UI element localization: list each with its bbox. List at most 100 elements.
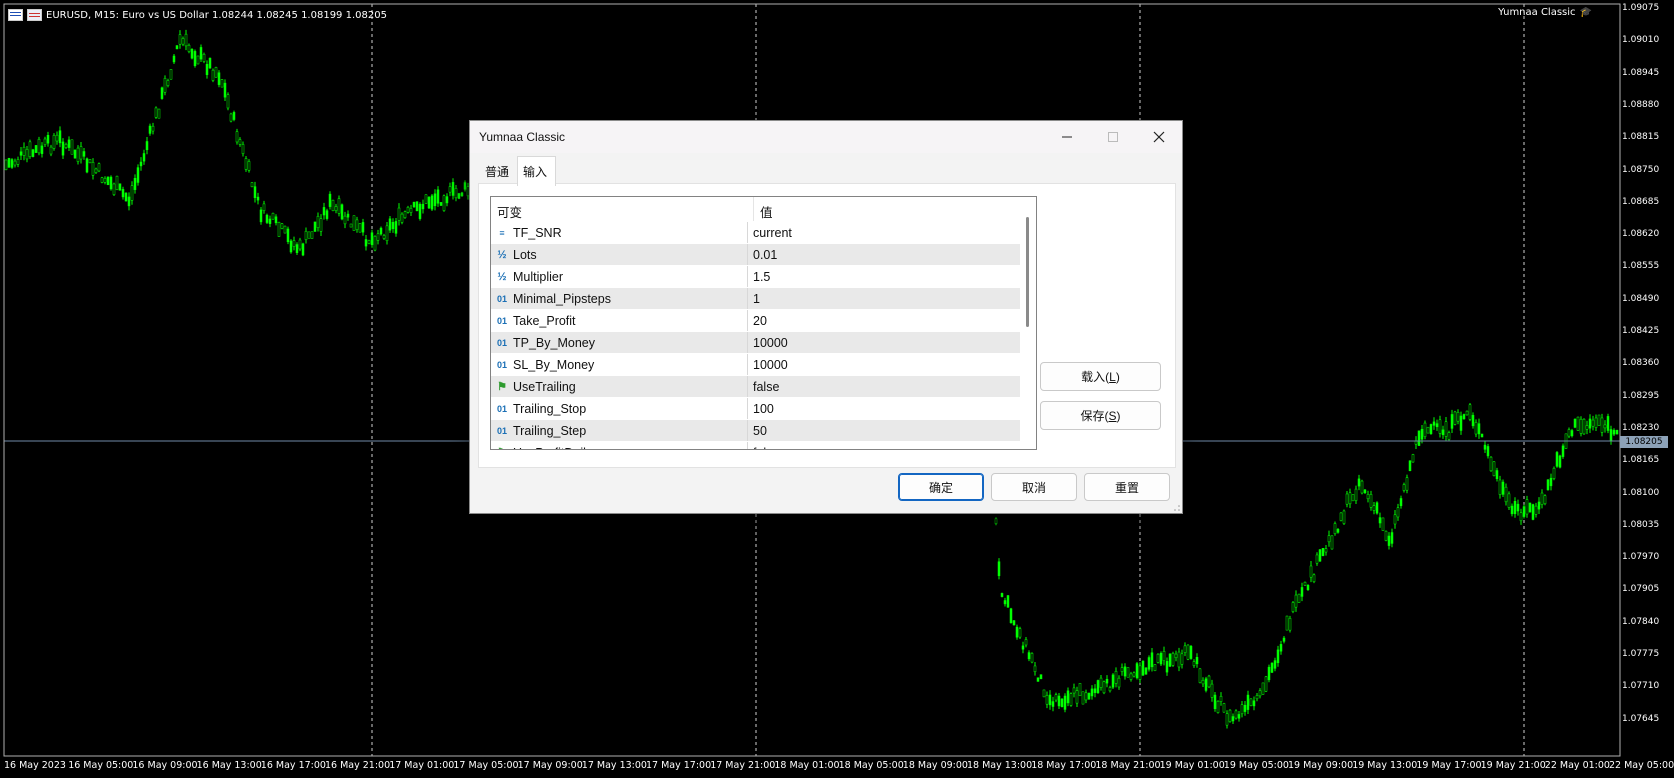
variable-cell[interactable]: ½ Multiplier xyxy=(491,266,748,287)
value-cell[interactable]: 1 xyxy=(748,288,760,309)
int-icon: 01 xyxy=(496,359,507,370)
candle-body xyxy=(1219,696,1223,702)
table-row[interactable]: 01 Minimal_Pipsteps 1 xyxy=(491,287,1036,309)
ok-button[interactable]: 确定 xyxy=(898,473,984,501)
table-row[interactable]: ½ Lots 0.01 xyxy=(491,243,1036,265)
column-header-variable[interactable]: 可变 xyxy=(491,197,754,221)
candle-body xyxy=(1216,700,1220,713)
variable-cell[interactable]: 01 SL_By_Money xyxy=(491,354,748,375)
resize-grip-icon[interactable] xyxy=(1173,504,1181,512)
variable-cell[interactable]: ⚑ UseTrailing xyxy=(491,376,748,397)
candle-body xyxy=(1255,695,1259,700)
table-row[interactable]: 01 Trailing_Stop 100 xyxy=(491,397,1036,419)
candle-body xyxy=(1582,418,1586,435)
load-button[interactable]: 载入(L) xyxy=(1040,362,1161,391)
candle-body xyxy=(1234,710,1238,719)
variable-cell[interactable]: 01 Trailing_Step xyxy=(491,420,748,441)
variable-name: Minimal_Pipsteps xyxy=(513,291,611,306)
expert-advisor-label[interactable]: Yumnaa Classic 🎓 xyxy=(1498,7,1592,18)
tab-inputs[interactable]: 输入 xyxy=(517,156,557,186)
candle-body xyxy=(1363,489,1367,494)
table-scrollbar[interactable] xyxy=(1020,197,1036,449)
candle-body xyxy=(1489,456,1493,472)
dialog-titlebar[interactable]: Yumnaa Classic xyxy=(470,121,1182,153)
table-row[interactable]: 01 TP_By_Money 10000 xyxy=(491,331,1036,353)
minimize-button[interactable] xyxy=(1044,121,1090,153)
table-row[interactable]: ⚑ UseProfitDaily false xyxy=(491,441,1036,450)
symbol-info-text: EURUSD, M15: Euro vs US Dollar 1.08244 1… xyxy=(46,9,387,21)
candle-body xyxy=(1492,461,1496,476)
value-cell[interactable]: 0.01 xyxy=(748,244,777,265)
candle-body xyxy=(286,228,290,243)
candle-body xyxy=(346,213,350,218)
candle-body xyxy=(1501,481,1505,495)
table-row[interactable]: ⚑ UseTrailing false xyxy=(491,375,1036,397)
candle-body xyxy=(1003,600,1007,605)
candle-body xyxy=(169,69,173,80)
table-row[interactable]: 01 Trailing_Step 50 xyxy=(491,419,1036,441)
value-cell[interactable]: 100 xyxy=(748,398,774,419)
candle-body xyxy=(1252,700,1256,707)
value-cell[interactable]: false xyxy=(748,376,779,397)
candle-body xyxy=(1063,695,1067,710)
price-tick-label: 1.08035 xyxy=(1622,519,1660,530)
value-cell[interactable]: 1.5 xyxy=(748,266,770,287)
candle-body xyxy=(1384,530,1388,541)
table-row[interactable]: 01 Take_Profit 20 xyxy=(491,309,1036,331)
candle-body xyxy=(1369,494,1373,508)
candle-body xyxy=(1114,671,1118,684)
column-header-value[interactable]: 值 xyxy=(754,197,773,221)
candle-body xyxy=(1471,414,1475,427)
table-row[interactable]: ½ Multiplier 1.5 xyxy=(491,265,1036,287)
table-row[interactable]: ≡ TF_SNR current xyxy=(491,221,1036,243)
candle-body xyxy=(1129,673,1133,680)
candle-body xyxy=(1552,467,1556,479)
variable-cell[interactable]: ½ Lots xyxy=(491,244,748,265)
candle-body xyxy=(1537,501,1541,510)
save-button[interactable]: 保存(S) xyxy=(1040,401,1161,430)
reset-button[interactable]: 重置 xyxy=(1084,473,1170,501)
candle-body xyxy=(1513,500,1517,515)
candle-body xyxy=(244,158,248,170)
candle-body xyxy=(205,64,209,75)
value-cell[interactable]: 10000 xyxy=(748,332,788,353)
candle-body xyxy=(1405,477,1409,491)
price-tick-label: 1.08880 xyxy=(1622,99,1660,110)
candle-body xyxy=(100,177,104,183)
time-tick-label: 16 May 17:00 xyxy=(260,760,326,771)
cancel-button[interactable]: 取消 xyxy=(991,473,1077,501)
candle-body xyxy=(274,216,278,224)
variable-cell[interactable]: ⚑ UseProfitDaily xyxy=(491,442,748,449)
time-tick-label: 17 May 21:00 xyxy=(710,760,776,771)
candle-body xyxy=(1264,676,1268,692)
variable-name: Multiplier xyxy=(513,269,564,284)
candle-body xyxy=(1456,412,1460,422)
candle-body xyxy=(1108,687,1112,692)
maximize-button[interactable] xyxy=(1090,121,1136,153)
variable-cell[interactable]: 01 Take_Profit xyxy=(491,310,748,331)
close-button[interactable] xyxy=(1136,121,1182,153)
scrollbar-thumb[interactable] xyxy=(1026,217,1029,327)
candle-body xyxy=(1075,690,1079,704)
variable-cell[interactable]: 01 Trailing_Stop xyxy=(491,398,748,419)
value-cell[interactable]: 10000 xyxy=(748,354,788,375)
candle-body xyxy=(1519,512,1523,522)
double-icon: ½ xyxy=(497,248,507,261)
value-cell[interactable]: current xyxy=(748,222,792,243)
inputs-table[interactable]: 可变 值 ≡ TF_SNR current ½ Lots 0.01 ½ Multiplier 1… xyxy=(490,196,1037,450)
variable-cell[interactable]: ≡ TF_SNR xyxy=(491,222,748,243)
candle-body xyxy=(1045,695,1049,705)
table-row[interactable]: 01 SL_By_Money 10000 xyxy=(491,353,1036,375)
candle-body xyxy=(430,195,434,210)
variable-cell[interactable]: 01 TP_By_Money xyxy=(491,332,748,353)
variable-cell[interactable]: 01 Minimal_Pipsteps xyxy=(491,288,748,309)
candle-body xyxy=(199,47,203,60)
time-tick-label: 17 May 13:00 xyxy=(581,760,647,771)
candle-body xyxy=(1270,662,1274,673)
value-cell[interactable]: false xyxy=(748,442,779,450)
tab-common[interactable]: 普通 xyxy=(480,159,517,183)
candle-body xyxy=(1381,517,1385,531)
value-cell[interactable]: 20 xyxy=(748,310,767,331)
candle-body xyxy=(1093,688,1097,693)
value-cell[interactable]: 50 xyxy=(748,420,767,441)
